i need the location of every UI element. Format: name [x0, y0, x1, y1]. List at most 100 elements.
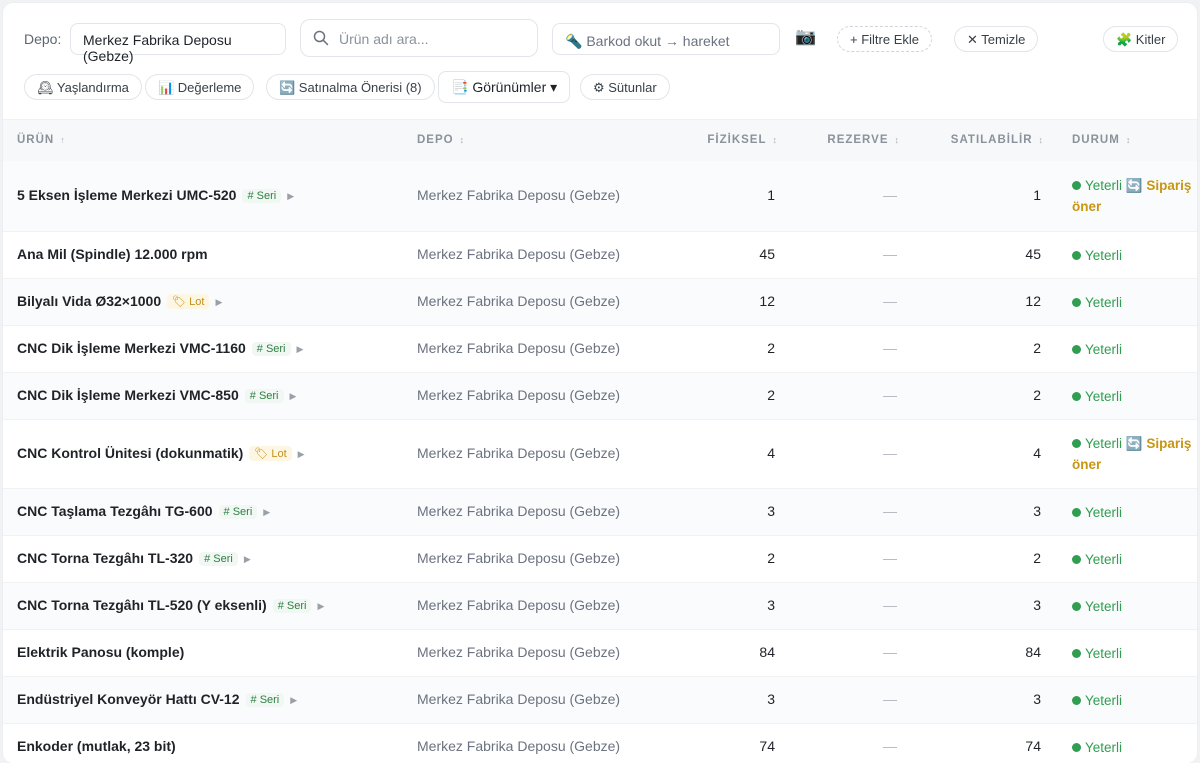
- product-name[interactable]: CNC Dik İşleme Merkezi VMC-850: [17, 387, 239, 403]
- column-header-available[interactable]: SATILABİLİR ↕: [933, 134, 1043, 146]
- status-cell: Yeterli 🔄 Sipariş öner: [1072, 433, 1192, 475]
- lot-tag: 🏷 Lot: [167, 294, 210, 309]
- table-row[interactable]: Elektrik Panosu (komple) Merkez Fabrika D…: [3, 630, 1197, 677]
- product-name[interactable]: CNC Kontrol Ünitesi (dokunmatik): [17, 445, 243, 461]
- product-cell: Endüstriyel Konveyör Hattı CV-12 # Seri ▶: [17, 691, 297, 707]
- product-name[interactable]: CNC Torna Tezgâhı TL-320: [17, 550, 193, 566]
- table-row[interactable]: CNC Dik İşleme Merkezi VMC-1160 # Seri ▶ Me…: [3, 326, 1197, 373]
- reserved-cell: —: [883, 187, 897, 203]
- column-header-depo[interactable]: DEPO ↕: [417, 134, 464, 146]
- reserved-cell: —: [883, 387, 897, 403]
- seri-tag: # Seri: [218, 505, 258, 519]
- status-dot-icon: [1072, 298, 1081, 307]
- available-cell: 1: [1033, 187, 1041, 203]
- table-row[interactable]: CNC Dik İşleme Merkezi VMC-850 # Seri ▶ Mer…: [3, 373, 1197, 420]
- table-row[interactable]: CNC Torna Tezgâhı TL-320 # Seri ▶ Merkez Fa…: [3, 536, 1197, 583]
- product-name[interactable]: CNC Taşlama Tezgâhı TG-600: [17, 503, 213, 519]
- sort-icon[interactable]: ↕: [1126, 135, 1131, 145]
- available-cell: 2: [1033, 387, 1041, 403]
- views-dropdown[interactable]: 📑 Görünümler ▾: [438, 71, 571, 103]
- status-label: Yeterli: [1085, 248, 1123, 263]
- column-header-product[interactable]: ÜRÜN ↑: [17, 134, 65, 146]
- table-row[interactable]: CNC Taşlama Tezgâhı TG-600 # Seri ▶ Merkez …: [3, 489, 1197, 536]
- seri-tag: # Seri: [251, 342, 291, 356]
- expand-caret-icon[interactable]: ▶: [298, 449, 305, 460]
- seri-tag: # Seri: [242, 189, 282, 203]
- status-dot-icon: [1072, 555, 1081, 564]
- status-cell: Yeterli: [1072, 245, 1192, 266]
- physical-cell: 3: [767, 503, 775, 519]
- product-cell: CNC Taşlama Tezgâhı TG-600 # Seri ▶: [17, 503, 270, 519]
- lot-tag: 🏷 Lot: [249, 446, 292, 461]
- product-name[interactable]: CNC Torna Tezgâhı TL-520 (Y eksenli): [17, 597, 267, 613]
- status-dot-icon: [1072, 696, 1081, 705]
- physical-cell: 4: [767, 445, 775, 461]
- table-row[interactable]: 5 Eksen İşleme Merkezi UMC-520 # Seri ▶ Mer…: [3, 161, 1197, 232]
- sort-icon[interactable]: ↕: [895, 135, 900, 145]
- barcode-box[interactable]: [552, 23, 780, 55]
- column-header-physical[interactable]: FİZİKSEL ↕: [693, 134, 777, 146]
- product-cell: Elektrik Panosu (komple): [17, 644, 184, 660]
- expand-caret-icon[interactable]: ▶: [297, 344, 304, 355]
- available-cell: 84: [1025, 644, 1041, 660]
- product-name[interactable]: Enkoder (mutlak, 23 bit): [17, 738, 176, 754]
- expand-caret-icon[interactable]: ▶: [287, 191, 294, 202]
- purchase-suggestion-button[interactable]: 🔄 Satınalma Önerisi (8): [266, 74, 435, 100]
- depo-cell: Merkez Fabrika Deposu (Gebze): [417, 187, 621, 203]
- status-cell: Yeterli: [1072, 339, 1192, 360]
- valuation-button[interactable]: 📊 Değerleme: [145, 74, 255, 100]
- physical-cell: 45: [759, 246, 775, 262]
- barcode-input[interactable]: [563, 30, 777, 52]
- expand-caret-icon[interactable]: ▶: [244, 554, 251, 565]
- search-box[interactable]: [300, 19, 538, 57]
- table-row[interactable]: Enkoder (mutlak, 23 bit) Merkez Fabrika D…: [3, 724, 1197, 763]
- aging-button[interactable]: 🕰 Yaşlandırma: [24, 74, 142, 100]
- table-row[interactable]: Bilyalı Vida Ø32×1000 🏷 Lot ▶ Merkez Fabrik…: [3, 279, 1197, 326]
- reserved-cell: —: [883, 738, 897, 754]
- table-row[interactable]: CNC Kontrol Ünitesi (dokunmatik) 🏷 Lot ▶ Me…: [3, 420, 1197, 489]
- columns-button[interactable]: ⚙ Sütunlar: [580, 74, 670, 100]
- product-name[interactable]: Bilyalı Vida Ø32×1000: [17, 293, 161, 309]
- sort-icon[interactable]: ↕: [460, 135, 465, 145]
- status-cell: Yeterli: [1072, 690, 1192, 711]
- camera-icon[interactable]: 📷: [795, 27, 816, 47]
- column-header-reserved[interactable]: REZERVE ↕: [813, 134, 899, 146]
- kits-button[interactable]: 🧩 Kitler: [1103, 26, 1179, 52]
- reserved-cell: —: [883, 246, 897, 262]
- product-name[interactable]: CNC Dik İşleme Merkezi VMC-1160: [17, 340, 246, 356]
- seri-tag: # Seri: [199, 552, 238, 566]
- product-cell: CNC Dik İşleme Merkezi VMC-850 # Seri ▶: [17, 387, 296, 403]
- expand-caret-icon[interactable]: ▶: [263, 507, 270, 518]
- expand-caret-icon[interactable]: ▶: [317, 601, 324, 612]
- seri-tag: # Seri: [244, 389, 284, 403]
- table-row[interactable]: Ana Mil (Spindle) 12.000 rpm Merkez Fabri…: [3, 232, 1197, 279]
- physical-cell: 3: [767, 597, 775, 613]
- status-dot-icon: [1072, 345, 1081, 354]
- sort-icon[interactable]: ↕: [773, 135, 778, 145]
- sort-icon[interactable]: ↕: [1039, 135, 1044, 145]
- available-cell: 12: [1025, 293, 1041, 309]
- product-name[interactable]: Elektrik Panosu (komple): [17, 644, 184, 660]
- status-dot-icon: [1072, 649, 1081, 658]
- sort-asc-icon[interactable]: ↑: [60, 135, 65, 145]
- physical-cell: 12: [759, 293, 775, 309]
- available-cell: 2: [1033, 550, 1041, 566]
- status-label: Yeterli: [1085, 693, 1123, 708]
- expand-caret-icon[interactable]: ▶: [215, 297, 222, 308]
- available-cell: 45: [1025, 246, 1041, 262]
- column-header-status[interactable]: DURUM ↕: [1072, 134, 1130, 146]
- expand-caret-icon[interactable]: ▶: [290, 695, 297, 706]
- status-dot-icon: [1072, 251, 1081, 260]
- search-input[interactable]: [337, 28, 531, 50]
- expand-caret-icon[interactable]: ▶: [290, 391, 297, 402]
- product-name[interactable]: 5 Eksen İşleme Merkezi UMC-520: [17, 187, 236, 203]
- product-name[interactable]: Ana Mil (Spindle) 12.000 rpm: [17, 246, 208, 262]
- table-row[interactable]: CNC Torna Tezgâhı TL-520 (Y eksenli) # Se…: [3, 583, 1197, 630]
- add-filter-button[interactable]: + Filtre Ekle: [837, 26, 932, 52]
- depo-select[interactable]: Merkez Fabrika Deposu (Gebze): [70, 23, 286, 64]
- product-name[interactable]: Endüstriyel Konveyör Hattı CV-12: [17, 691, 240, 707]
- table-row[interactable]: Endüstriyel Konveyör Hattı CV-12 # Seri ▶ M…: [3, 677, 1197, 724]
- clear-filters-button[interactable]: ✕ Temizle: [954, 26, 1039, 52]
- status-cell: Yeterli 🔄 Sipariş öner: [1072, 175, 1192, 217]
- physical-cell: 2: [767, 387, 775, 403]
